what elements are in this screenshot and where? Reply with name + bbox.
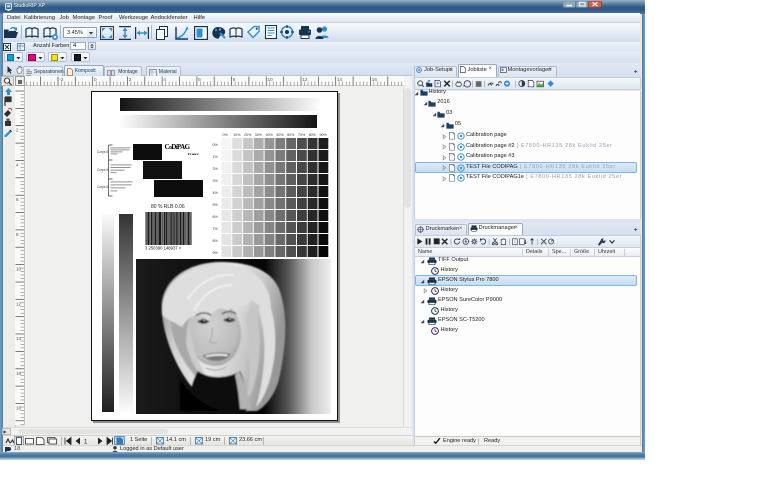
svg-text:20%: 20% [244,133,252,137]
svg-text:4: 4 [163,77,166,82]
svg-text:30%: 30% [254,133,262,137]
svg-text:12: 12 [16,301,22,306]
svg-text:1%: 1% [212,155,218,159]
svg-text:40%: 40% [265,133,273,137]
svg-text:8: 8 [16,232,19,237]
svg-text:6: 6 [198,77,201,82]
svg-text:9%: 9% [212,251,218,255]
svg-text:10: 10 [16,267,22,272]
svg-text:3 250390 148937 >: 3 250390 148937 > [145,246,182,251]
svg-text:0%: 0% [212,143,218,147]
svg-text:3%: 3% [212,179,218,183]
svg-text:10%: 10% [233,133,241,137]
svg-text:5%: 5% [212,203,218,207]
svg-text:80%: 80% [308,133,316,137]
svg-text:6%: 6% [212,215,218,219]
svg-text:6: 6 [16,197,19,202]
svg-text:4%: 4% [212,191,218,195]
svg-text:8%: 8% [212,239,218,243]
svg-text:16: 16 [16,371,22,376]
svg-text:90%: 90% [319,133,327,137]
svg-text:14: 14 [16,336,22,341]
svg-text:8: 8 [232,77,235,82]
svg-text:-2: -2 [59,77,64,82]
svg-text:2: 2 [128,77,131,82]
svg-text:2: 2 [16,128,19,133]
svg-text:70%: 70% [298,133,306,137]
svg-text:4: 4 [16,162,19,167]
svg-text:60%: 60% [287,133,295,137]
svg-text:0: 0 [94,77,97,82]
svg-text:2%: 2% [212,167,218,171]
svg-text:14: 14 [337,77,343,82]
svg-text:16: 16 [371,77,377,82]
svg-text:10: 10 [267,77,273,82]
svg-text:0%: 0% [222,133,228,137]
svg-text:12: 12 [302,77,308,82]
svg-text:50%: 50% [276,133,284,137]
svg-text:7%: 7% [212,227,218,231]
svg-text:18: 18 [16,406,22,411]
